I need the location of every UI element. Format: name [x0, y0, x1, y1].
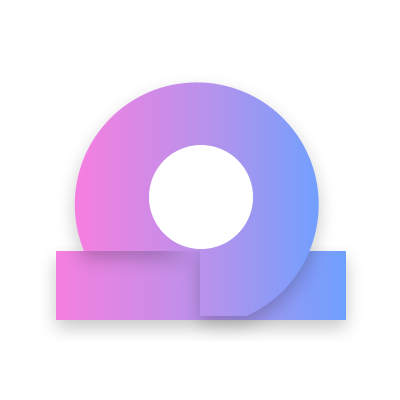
looped-ribbon-logo-icon [56, 82, 346, 320]
logo-canvas [0, 0, 400, 400]
logo-hole [149, 145, 253, 249]
